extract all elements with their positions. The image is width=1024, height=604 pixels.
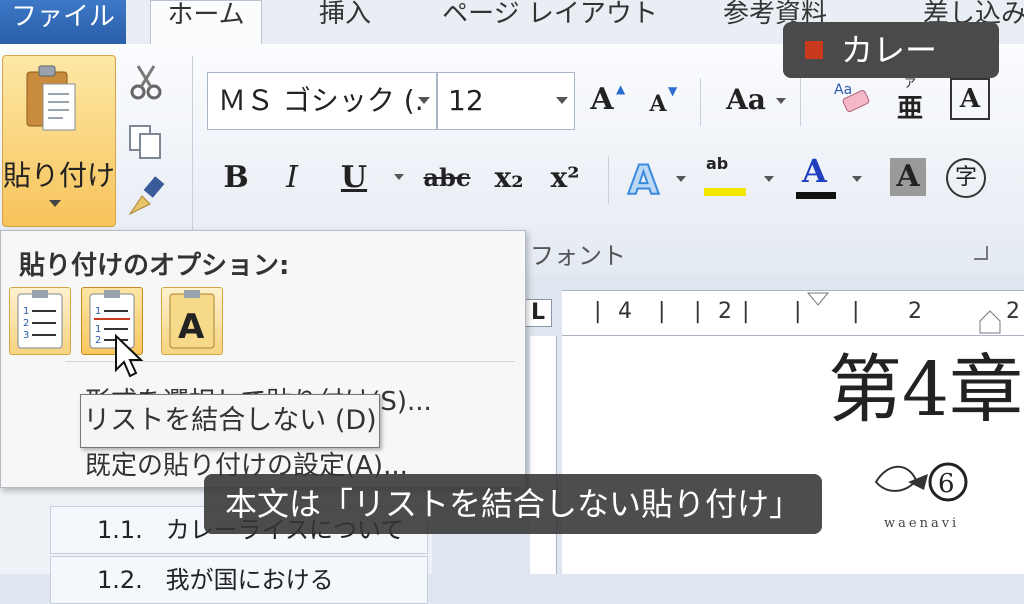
logo-wordmark: waenavi	[884, 516, 960, 531]
chevron-down-icon[interactable]	[852, 176, 862, 182]
chevron-down-icon[interactable]	[776, 98, 786, 104]
tab-home[interactable]: ホーム	[150, 0, 262, 46]
chip-label: カレー	[841, 31, 938, 69]
ruler-number: |	[742, 299, 750, 324]
tab-file[interactable]: ファイル	[0, 0, 126, 44]
chevron-down-icon[interactable]	[418, 97, 430, 104]
font-name-value: ＭＳ ゴシック (.	[218, 84, 424, 117]
video-subtitle: 本文は「リストを結合しない貼り付け」	[204, 474, 822, 534]
font-size-value: 12	[448, 84, 484, 117]
svg-text:1: 1	[23, 306, 29, 317]
ruler-number: |	[594, 299, 602, 324]
font-color-label: A	[802, 152, 827, 190]
arrow-down-icon: ▼	[668, 84, 678, 98]
format-painter-icon[interactable]	[124, 176, 168, 220]
tooltip: リストを結合しない (D)	[80, 394, 380, 448]
chevron-down-icon[interactable]	[764, 176, 774, 182]
indent-marker-icon[interactable]	[806, 291, 830, 313]
chevron-down-icon[interactable]	[676, 176, 686, 182]
dialog-launcher-icon[interactable]	[974, 246, 988, 260]
svg-text:Aa: Aa	[834, 82, 852, 98]
cut-icon[interactable]	[126, 62, 166, 102]
underline-button[interactable]: U	[334, 156, 374, 200]
svg-text:2: 2	[23, 318, 29, 329]
superscript-button[interactable]: x²	[540, 156, 590, 200]
svg-text:A: A	[178, 307, 205, 347]
divider	[700, 78, 701, 126]
ruler-number: |	[852, 299, 860, 324]
caption-chip: カレー	[783, 22, 999, 78]
paste-options-title: 貼り付けのオプション:	[19, 251, 290, 281]
ruler-number: 4	[618, 299, 632, 324]
tab-page-layout[interactable]: ページ レイアウト	[440, 0, 660, 40]
ruler-number: 2	[908, 299, 922, 324]
change-case-button[interactable]: Aa	[722, 78, 770, 122]
highlight-color-bar	[704, 188, 746, 196]
keep-text-only-option[interactable]: A	[161, 287, 223, 355]
svg-text:3: 3	[23, 330, 29, 341]
nav-heading-item[interactable]: 1.2. 我が国における	[50, 556, 428, 604]
paste-options-menu: 貼り付けのオプション: 1 2 3 1 1 2 A 形式を選択して貼り付け(S)…	[0, 230, 526, 488]
svg-text:1: 1	[95, 324, 101, 335]
divider	[800, 78, 801, 126]
italic-button[interactable]: I	[272, 156, 312, 200]
character-border-button[interactable]: A	[950, 78, 990, 120]
grow-font-button[interactable]: A	[584, 78, 620, 122]
ruler-number: |	[794, 299, 802, 324]
chevron-down-icon[interactable]	[556, 97, 568, 104]
vertical-ruler[interactable]	[530, 336, 557, 574]
copy-icon[interactable]	[126, 122, 166, 162]
paste-button[interactable]: 貼り付け	[2, 55, 116, 227]
clear-formatting-icon[interactable]: Aa	[830, 76, 874, 120]
ruler-number: 2	[1006, 299, 1020, 324]
phonetic-guide-button[interactable]: 亜	[893, 88, 927, 125]
strikethrough-button[interactable]: abc	[420, 156, 474, 200]
character-shading-button[interactable]: A	[890, 158, 926, 196]
paste-button-label: 貼り付け	[3, 159, 116, 192]
font-group-label: フォント	[530, 242, 626, 270]
chevron-down-icon	[49, 200, 61, 207]
highlight-button[interactable]: ab	[704, 154, 748, 198]
font-size-combo[interactable]: 12	[437, 72, 575, 130]
text-only-clipboard-icon: A	[169, 290, 215, 349]
arrow-up-icon: ▲	[616, 82, 626, 96]
font-color-button[interactable]: A	[796, 152, 842, 200]
ruler-number: 2	[718, 299, 732, 324]
svg-text:A: A	[628, 158, 659, 202]
text-effects-icon[interactable]: A	[624, 154, 672, 202]
svg-text:2: 2	[95, 335, 101, 346]
logo: 6 waenavi	[868, 452, 978, 532]
enclose-characters-button[interactable]: 字	[946, 158, 986, 198]
nav-heading-label: 1.2. 我が国における	[97, 566, 334, 594]
document-heading: 第4章	[828, 347, 1024, 433]
bird-logo-icon: 6	[874, 462, 968, 502]
mouse-cursor-icon	[115, 334, 144, 378]
highlight-label: ab	[706, 154, 729, 173]
divider	[608, 156, 609, 204]
font-color-bar	[796, 192, 836, 199]
clipboard-icon	[26, 65, 76, 131]
tab-insert[interactable]: 挿入	[300, 0, 390, 40]
svg-text:1: 1	[95, 306, 101, 317]
bold-button[interactable]: B	[216, 156, 256, 200]
square-icon	[805, 41, 823, 59]
subscript-button[interactable]: x₂	[484, 156, 534, 200]
chevron-down-icon[interactable]	[394, 174, 404, 180]
ruler-number: |	[694, 299, 702, 324]
font-name-combo[interactable]: ＭＳ ゴシック (.	[207, 72, 437, 130]
tab-selector[interactable]: L	[524, 299, 552, 327]
keep-source-formatting-option[interactable]: 1 2 3	[9, 287, 71, 355]
numbered-list-clipboard-icon: 1 2 3	[17, 290, 63, 349]
svg-text:6: 6	[938, 469, 955, 499]
ruler-number: |	[658, 299, 666, 324]
